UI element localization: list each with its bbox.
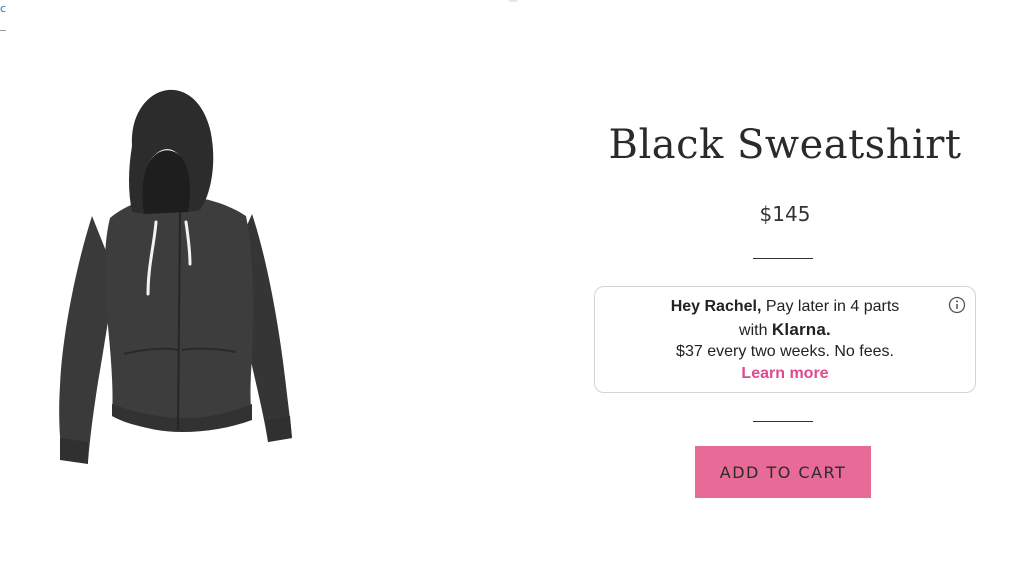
divider-bottom [753,421,813,422]
corner-text: c [0,2,7,15]
product-title: Black Sweatshirt [608,122,962,168]
divider-top [753,258,813,259]
product-price: $145 [759,202,811,226]
klarna-terms: $37 every two weeks. No fees. [676,343,894,360]
learn-more-link[interactable]: Learn more [595,365,975,383]
corner-divider [0,30,6,31]
klarna-with: with [739,322,768,339]
product-image [40,86,310,476]
klarna-logo: Klarna. [771,320,831,339]
klarna-line-2: with Klarna. [595,320,975,340]
klarna-line-1: Hey Rachel, Pay later in 4 parts [595,298,975,316]
hoodie-illustration [59,89,292,464]
klarna-message: Hey Rachel, Pay later in 4 parts with Kl… [594,286,976,393]
info-icon[interactable] [948,296,966,314]
klarna-greeting: Hey Rachel, [670,298,762,315]
klarna-offer: Pay later in 4 parts [765,298,900,315]
top-indicator [508,0,518,2]
add-to-cart-button[interactable]: ADD TO CART [695,446,871,498]
